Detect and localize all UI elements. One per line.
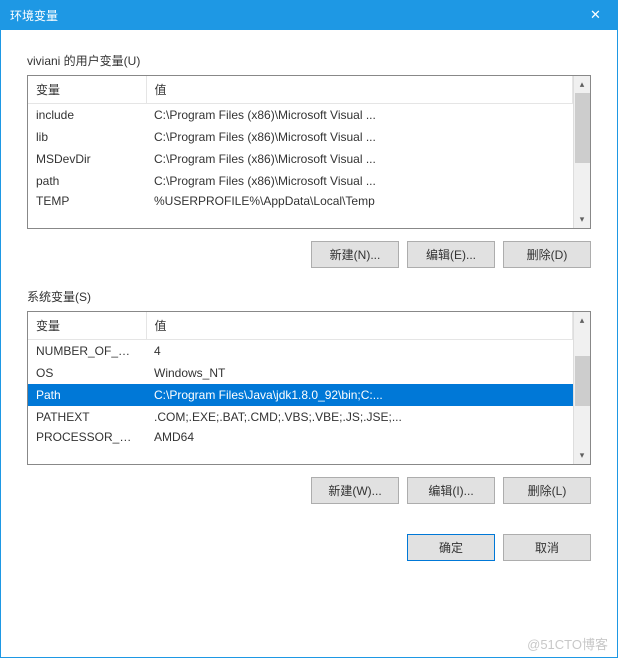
titlebar: 环境变量 ✕ [0,0,618,30]
user-button-row: 新建(N)... 编辑(E)... 删除(D) [27,241,591,268]
table-row[interactable]: MSDevDirC:\Program Files (x86)\Microsoft… [28,148,573,170]
system-edit-button[interactable]: 编辑(I)... [407,477,495,504]
system-delete-button[interactable]: 删除(L) [503,477,591,504]
user-col-value[interactable]: 值 [146,76,573,104]
system-col-name[interactable]: 变量 [28,312,146,340]
dialog-buttons: 确定 取消 [27,534,591,561]
user-delete-button[interactable]: 删除(D) [503,241,591,268]
system-col-value[interactable]: 值 [146,312,573,340]
system-scrollbar[interactable]: ▴ ▾ [573,312,590,464]
scroll-up-icon[interactable]: ▴ [574,76,590,93]
user-variables-section: viviani 的用户变量(U) 变量 值 includeC:\Program … [27,52,591,268]
close-button[interactable]: ✕ [573,0,618,30]
system-button-row: 新建(W)... 编辑(I)... 删除(L) [27,477,591,504]
window-body: viviani 的用户变量(U) 变量 值 includeC:\Program … [0,30,618,658]
table-row-selected[interactable]: PathC:\Program Files\Java\jdk1.8.0_92\bi… [28,384,573,406]
user-col-name[interactable]: 变量 [28,76,146,104]
system-variables-section: 系统变量(S) 变量 值 NUMBER_OF_PR...4 OSWindows_… [27,288,591,504]
cancel-button[interactable]: 取消 [503,534,591,561]
scroll-down-icon[interactable]: ▾ [574,447,590,464]
scroll-thumb[interactable] [575,93,590,163]
table-row[interactable]: NUMBER_OF_PR...4 [28,340,573,362]
user-edit-button[interactable]: 编辑(E)... [407,241,495,268]
system-new-button[interactable]: 新建(W)... [311,477,399,504]
table-row[interactable]: libC:\Program Files (x86)\Microsoft Visu… [28,126,573,148]
user-new-button[interactable]: 新建(N)... [311,241,399,268]
table-row[interactable]: PATHEXT.COM;.EXE;.BAT;.CMD;.VBS;.VBE;.JS… [28,406,573,428]
scroll-thumb[interactable] [575,356,590,406]
window-title: 环境变量 [10,7,58,24]
scroll-down-icon[interactable]: ▾ [574,211,590,228]
system-section-label: 系统变量(S) [27,288,591,305]
scroll-up-icon[interactable]: ▴ [574,312,590,329]
system-variables-list[interactable]: 变量 值 NUMBER_OF_PR...4 OSWindows_NT PathC… [27,311,591,465]
close-icon: ✕ [590,7,601,23]
ok-button[interactable]: 确定 [407,534,495,561]
user-section-label: viviani 的用户变量(U) [27,52,591,69]
table-row[interactable]: PROCESSOR_AR...AMD64 [28,428,573,444]
table-row[interactable]: TEMP%USERPROFILE%\AppData\Local\Temp [28,192,573,208]
table-row[interactable]: OSWindows_NT [28,362,573,384]
table-row[interactable]: includeC:\Program Files (x86)\Microsoft … [28,104,573,126]
user-scrollbar[interactable]: ▴ ▾ [573,76,590,228]
table-row[interactable]: pathC:\Program Files (x86)\Microsoft Vis… [28,170,573,192]
user-variables-list[interactable]: 变量 值 includeC:\Program Files (x86)\Micro… [27,75,591,229]
